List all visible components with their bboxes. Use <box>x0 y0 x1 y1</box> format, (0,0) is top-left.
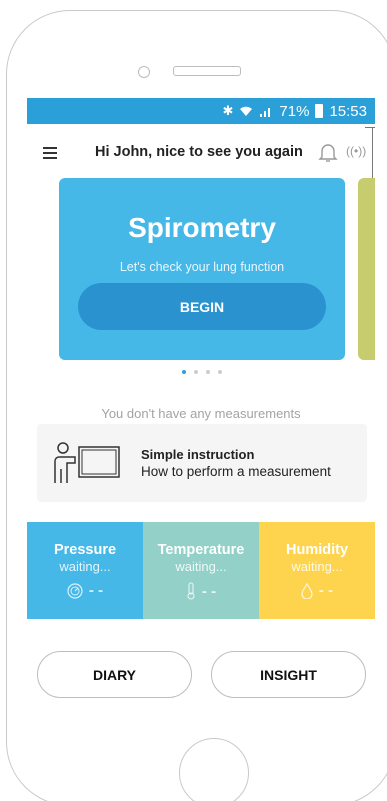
menu-icon[interactable] <box>43 147 57 159</box>
card-title: Spirometry <box>128 212 276 243</box>
presentation-icon <box>54 442 120 483</box>
sensor-value-row: - - <box>27 582 143 599</box>
droplet-icon <box>301 582 313 599</box>
battery-icon <box>315 104 324 118</box>
sensor-value: - - <box>88 582 104 599</box>
sensor-status: waiting... <box>59 559 111 574</box>
spirometry-card[interactable]: Spirometry Let's check your lung functio… <box>59 178 345 360</box>
camera-icon <box>138 66 150 78</box>
diary-button[interactable]: DIARY <box>37 651 192 698</box>
thermometer-icon <box>187 582 195 600</box>
instruction-subtitle: How to perform a measurement <box>141 464 331 479</box>
sensor-temperature[interactable]: Temperature waiting... - - <box>143 522 259 619</box>
begin-button[interactable]: BEGIN <box>78 283 326 330</box>
callout-line <box>365 127 375 128</box>
page-dot[interactable] <box>194 370 198 374</box>
next-card-peek[interactable] <box>358 178 375 360</box>
app-header: Hi John, nice to see you again ((•)) <box>27 138 375 168</box>
card-subtitle: Let's check your lung function <box>119 260 285 274</box>
sensor-value-row: - - <box>259 582 375 599</box>
status-bar: ✱ 71% 15:53 <box>27 98 375 124</box>
instruction-title: Simple instruction <box>141 447 255 462</box>
gauge-icon <box>67 582 83 599</box>
sensor-humidity[interactable]: Humidity waiting... - - <box>259 522 375 619</box>
cell-signal-icon <box>260 108 271 117</box>
sensor-name: Pressure <box>53 542 117 558</box>
sensor-name: Temperature <box>157 542 245 558</box>
sensor-name: Humidity <box>285 542 349 558</box>
home-button[interactable] <box>179 738 249 801</box>
empty-measurements-text: You don't have any measurements <box>101 406 301 421</box>
app-screen: ✱ 71% 15:53 Hi John, nice to see you aga… <box>27 98 375 714</box>
sensor-value: - - <box>201 582 217 600</box>
clock-time: 15:53 <box>329 102 367 120</box>
insight-button[interactable]: INSIGHT <box>211 651 366 698</box>
wifi-icon <box>240 106 253 116</box>
sensor-status: waiting... <box>175 559 227 574</box>
sensor-pressure[interactable]: Pressure waiting... - - <box>27 522 143 619</box>
sensor-status: waiting... <box>291 559 343 574</box>
page-dot[interactable] <box>218 370 222 374</box>
device-signal-icon[interactable]: ((•)) <box>346 144 366 158</box>
page-dot-active[interactable] <box>182 370 186 374</box>
sensor-value: - - <box>318 582 334 599</box>
sensor-row: Pressure waiting... - - Temperature wait… <box>27 522 375 619</box>
instruction-card[interactable]: Simple instruction How to perform a meas… <box>37 424 367 502</box>
bell-icon[interactable] <box>316 140 340 164</box>
greeting-text: Hi John, nice to see you again <box>95 144 303 160</box>
carousel-pagination <box>182 370 222 374</box>
bluetooth-icon: ✱ <box>222 103 234 118</box>
battery-percent: 71% <box>279 102 310 120</box>
page-dot[interactable] <box>206 370 210 374</box>
sensor-value-row: - - <box>143 582 259 600</box>
speaker-grille <box>173 66 241 76</box>
